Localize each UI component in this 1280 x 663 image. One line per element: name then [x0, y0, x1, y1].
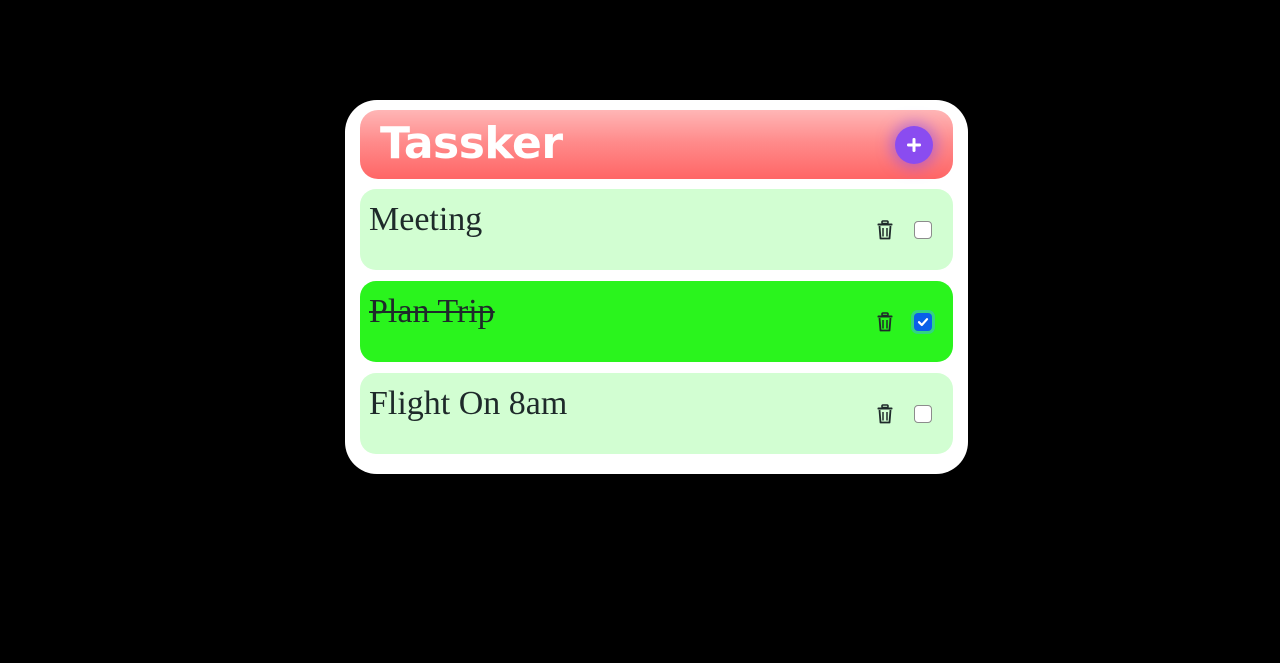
task-item-meeting: Meeting	[360, 189, 953, 270]
task-text: Flight On 8am	[369, 385, 568, 422]
task-item-plan-trip: Plan Trip	[360, 281, 953, 362]
app-title: Tassker	[380, 118, 563, 169]
checkmark-icon	[917, 318, 929, 327]
task-text: Plan Trip	[369, 293, 495, 330]
todo-card: Tassker Meeting Plan Trip Flight On 8am	[345, 100, 968, 474]
trash-icon[interactable]	[876, 312, 894, 332]
task-checkbox[interactable]	[914, 221, 932, 239]
task-checkbox[interactable]	[914, 313, 932, 331]
trash-icon[interactable]	[876, 220, 894, 240]
app-header: Tassker	[360, 110, 953, 179]
task-text: Meeting	[369, 201, 483, 238]
task-checkbox[interactable]	[914, 405, 932, 423]
add-task-button[interactable]	[895, 126, 933, 164]
task-item-flight: Flight On 8am	[360, 373, 953, 454]
plus-icon	[907, 138, 921, 152]
trash-icon[interactable]	[876, 404, 894, 424]
